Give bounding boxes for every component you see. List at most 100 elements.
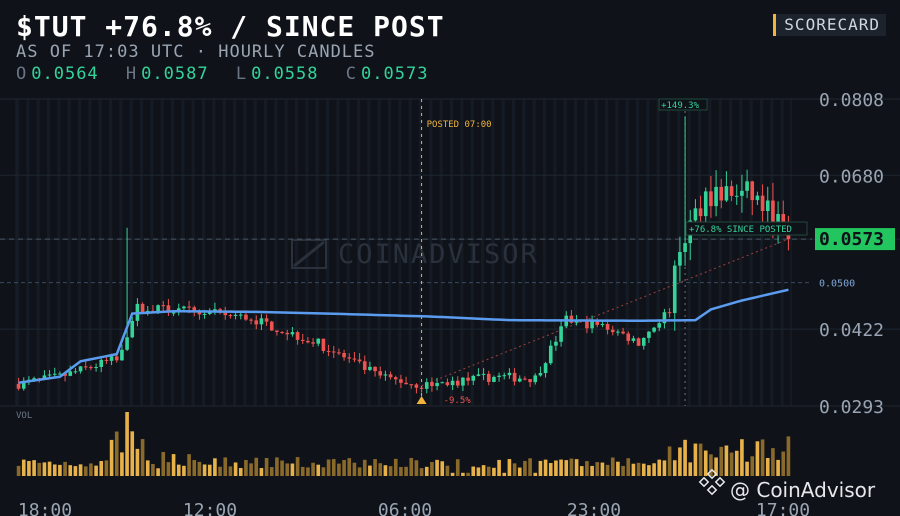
volume-bar bbox=[187, 454, 191, 476]
volume-bar bbox=[213, 458, 217, 476]
volume-bar bbox=[409, 457, 414, 476]
candle-body bbox=[440, 382, 445, 384]
candle-body bbox=[373, 366, 377, 372]
volume-bar bbox=[223, 457, 228, 476]
price-chart: COINADVISOR 0.0500 POSTED 07:00 -9.5% +149.3… bbox=[0, 90, 900, 516]
volume-bar bbox=[21, 459, 26, 476]
volume-bar bbox=[564, 460, 569, 476]
plot-stripe bbox=[181, 99, 185, 406]
volume-bar bbox=[202, 464, 207, 476]
volume-bar bbox=[233, 462, 238, 476]
volume-bar bbox=[641, 463, 646, 476]
candle-body bbox=[605, 324, 610, 330]
volume-bar bbox=[244, 459, 248, 476]
candle-body bbox=[218, 309, 222, 311]
peak-annotation: +149.3% bbox=[661, 101, 700, 111]
volume-bar bbox=[600, 462, 605, 476]
candle-body bbox=[600, 324, 605, 326]
volume-bar bbox=[771, 448, 775, 476]
credit-text: @ CoinAdvisor bbox=[730, 478, 876, 502]
y-tick-label: 0.0680 bbox=[819, 166, 884, 187]
volume-bar bbox=[73, 466, 78, 476]
volume-bar bbox=[424, 466, 429, 476]
plot-stripe bbox=[129, 99, 133, 406]
plot-stripe bbox=[171, 99, 175, 406]
candle-body bbox=[156, 305, 160, 312]
plot-stripe bbox=[667, 99, 671, 406]
candle-body bbox=[554, 341, 558, 346]
candle-body bbox=[740, 190, 744, 196]
volume-bar bbox=[378, 463, 383, 476]
volume-bar bbox=[724, 445, 729, 476]
volume-bar bbox=[688, 462, 693, 476]
candle-body bbox=[187, 306, 191, 308]
candle-body bbox=[714, 186, 718, 207]
candle-body bbox=[450, 380, 455, 386]
candle-body bbox=[259, 318, 264, 325]
volume-bar bbox=[652, 463, 656, 476]
candle-body bbox=[347, 357, 352, 359]
credit-logo-diamond bbox=[698, 476, 710, 488]
volume-bar bbox=[554, 460, 558, 476]
candle-body bbox=[357, 359, 362, 362]
volume-bar bbox=[120, 452, 124, 476]
plot-stripe bbox=[315, 99, 319, 406]
volume-bar bbox=[776, 459, 780, 476]
volume-bar bbox=[321, 467, 326, 476]
plot-stripe bbox=[574, 99, 578, 406]
volume-bar bbox=[280, 460, 284, 476]
volume-bar bbox=[579, 466, 584, 476]
candle-body bbox=[461, 377, 465, 386]
volume-bar bbox=[455, 459, 460, 476]
volume-bar bbox=[765, 457, 770, 476]
plot-stripe bbox=[233, 99, 237, 406]
volume-bar bbox=[497, 459, 501, 476]
candle-body bbox=[709, 191, 713, 207]
volume-bar bbox=[47, 461, 52, 476]
candle-body bbox=[435, 382, 439, 387]
candle-body bbox=[755, 195, 760, 201]
candle-body bbox=[285, 332, 290, 335]
candle-body bbox=[140, 303, 145, 313]
volume-bar bbox=[585, 461, 589, 476]
volume-bar bbox=[94, 465, 98, 476]
volume-bar bbox=[249, 463, 253, 476]
volume-bar bbox=[352, 462, 357, 476]
volume-bar bbox=[734, 450, 739, 476]
candle-body bbox=[765, 200, 770, 211]
volume-bar bbox=[151, 464, 155, 476]
y-tick-label: 0.0422 bbox=[819, 320, 884, 341]
volume-bar bbox=[362, 459, 367, 476]
volume-bar bbox=[311, 462, 315, 476]
plot-stripe bbox=[729, 99, 733, 406]
plot-stripe bbox=[625, 99, 629, 406]
plot-stripe bbox=[553, 99, 557, 406]
volume-bar bbox=[285, 463, 290, 476]
plot-stripe bbox=[646, 99, 650, 406]
since-posted-annotation: +76.8% SINCE POSTED bbox=[689, 225, 792, 235]
candle-body bbox=[466, 377, 470, 381]
volume-bar bbox=[595, 462, 600, 476]
plot-stripe bbox=[26, 99, 30, 406]
candle-body bbox=[125, 337, 129, 350]
volume-bar bbox=[631, 463, 636, 476]
volume-bar bbox=[672, 460, 677, 476]
volume-bar bbox=[83, 466, 88, 476]
volume-bar bbox=[342, 460, 346, 476]
candle-body bbox=[68, 371, 73, 376]
candle-body bbox=[667, 312, 672, 314]
volume-bar bbox=[300, 466, 305, 476]
candle-body bbox=[652, 327, 656, 332]
candle-body bbox=[171, 312, 176, 314]
candle-body bbox=[455, 380, 460, 386]
candle-body bbox=[729, 186, 734, 196]
volume-bar bbox=[461, 472, 465, 476]
candle-body bbox=[104, 359, 109, 361]
volume-bar bbox=[58, 464, 62, 476]
volume-bar bbox=[326, 459, 331, 476]
volume-bar bbox=[197, 461, 202, 476]
candle-body bbox=[672, 265, 677, 314]
credit-logo-diamond bbox=[706, 484, 718, 496]
candle-body bbox=[548, 345, 553, 364]
volume-bar bbox=[264, 457, 269, 476]
